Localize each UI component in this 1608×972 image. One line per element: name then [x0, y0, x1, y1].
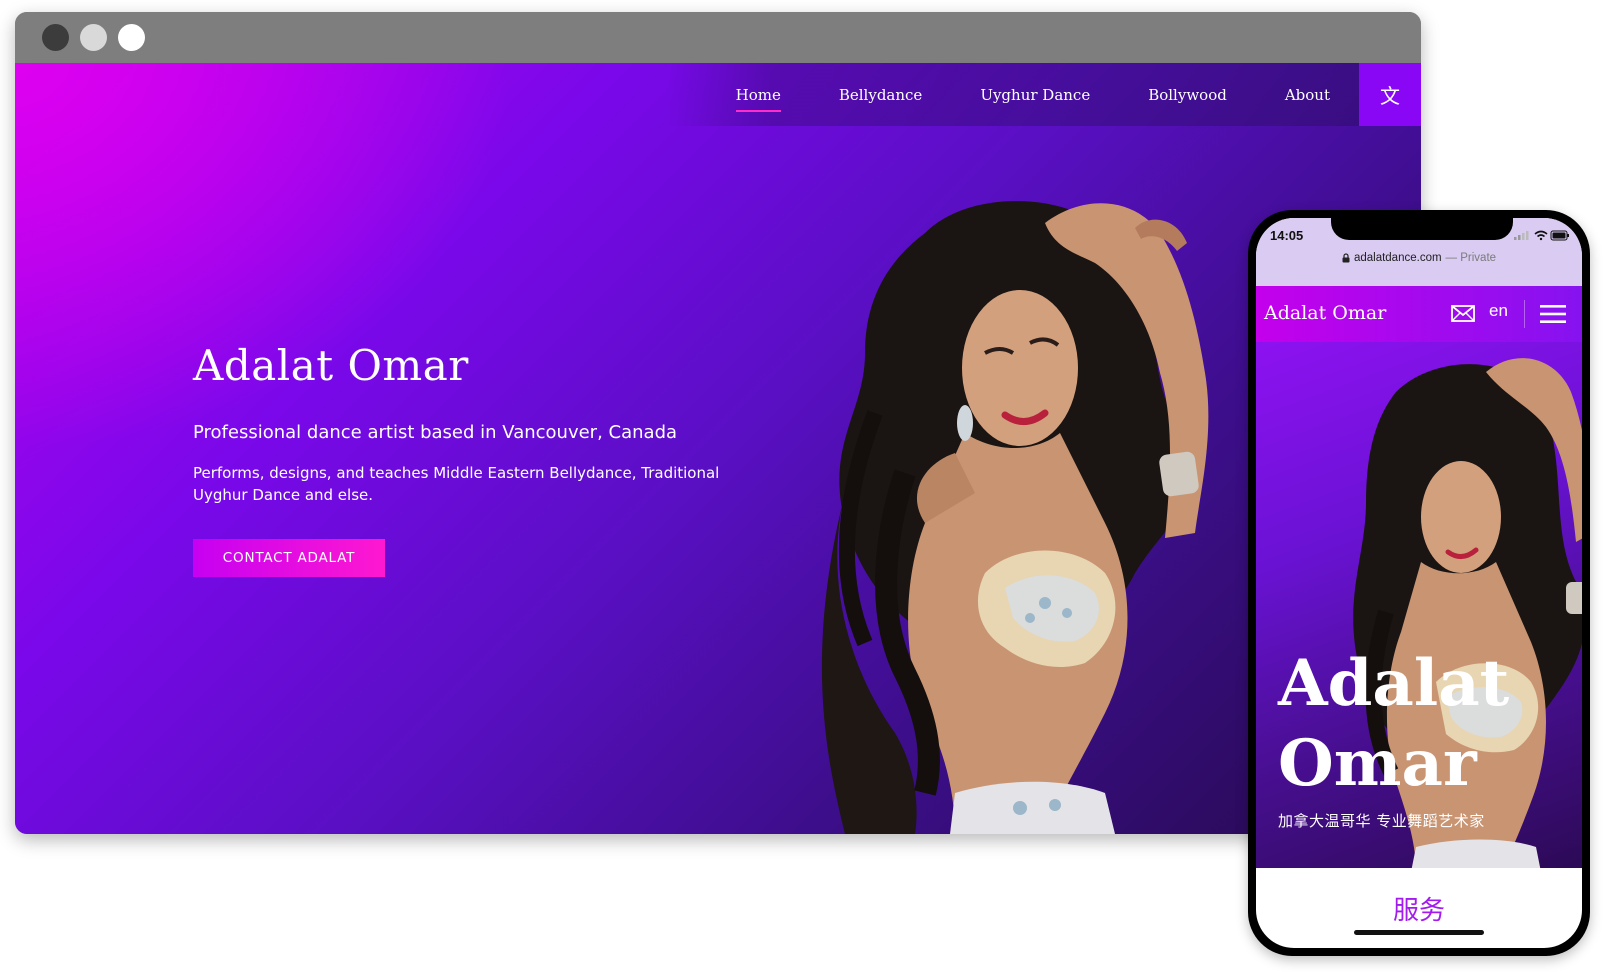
status-time: 14:05 [1270, 228, 1304, 243]
window-close-button[interactable] [42, 24, 69, 51]
url-private-label: — Private [1445, 252, 1497, 264]
contact-button[interactable]: CONTACT ADALAT [193, 539, 385, 577]
language-icon: 文 [1380, 84, 1400, 108]
desktop-browser-window: Home Bellydance Uyghur Dance Bollywood A… [15, 12, 1421, 834]
mobile-header: Adalat Omar en [1256, 286, 1582, 342]
menu-icon[interactable] [1540, 305, 1566, 323]
services-section-title: 服务 [1392, 896, 1445, 926]
header-divider [1524, 300, 1525, 328]
status-icons [1514, 230, 1569, 241]
nav-item-about[interactable]: About [1285, 86, 1330, 104]
mobile-hero: Adalat Omar 加拿大温哥华 专业舞蹈艺术家 [1256, 342, 1582, 868]
desktop-page: Home Bellydance Uyghur Dance Bollywood A… [15, 63, 1421, 834]
hero-subtitle: Professional dance artist based in Vanco… [193, 422, 678, 443]
mobile-hero-subtitle: 加拿大温哥华 专业舞蹈艺术家 [1278, 812, 1485, 830]
mobile-language-switch[interactable]: en [1489, 301, 1508, 321]
nav-item-bellydance[interactable]: Bellydance [839, 86, 922, 104]
hero-title: Adalat Omar [193, 341, 469, 390]
window-maximize-button[interactable] [118, 24, 145, 51]
top-navigation: Home Bellydance Uyghur Dance Bollywood A… [666, 63, 1359, 126]
battery-icon [1550, 230, 1569, 241]
phone-notch [1331, 218, 1513, 240]
hero-description: Performs, designs, and teaches Middle Ea… [193, 464, 720, 504]
mobile-hero-title: Adalat Omar [1278, 646, 1510, 801]
language-switch-button[interactable]: 文 [1359, 63, 1421, 126]
mobile-url-bar[interactable]: adalatdance.com — Private [1256, 252, 1582, 264]
window-minimize-button[interactable] [80, 24, 107, 51]
mobile-screen: 14:05 adalatdance.com — Private Adalat O… [1256, 218, 1582, 948]
mobile-phone-frame: 14:05 adalatdance.com — Private Adalat O… [1248, 210, 1590, 956]
dancer-photo [821, 200, 1209, 834]
home-indicator[interactable] [1354, 930, 1484, 935]
lock-icon [1342, 253, 1350, 263]
mobile-brand[interactable]: Adalat Omar [1264, 302, 1386, 324]
nav-item-home[interactable]: Home [735, 86, 782, 112]
nav-item-bollywood[interactable]: Bollywood [1148, 86, 1227, 104]
browser-titlebar [15, 12, 1421, 63]
wifi-icon [1534, 230, 1548, 241]
signal-icon [1514, 231, 1529, 240]
url-domain: adalatdance.com [1353, 252, 1442, 264]
mail-icon[interactable] [1451, 305, 1475, 322]
nav-item-uyghur-dance[interactable]: Uyghur Dance [980, 86, 1090, 104]
